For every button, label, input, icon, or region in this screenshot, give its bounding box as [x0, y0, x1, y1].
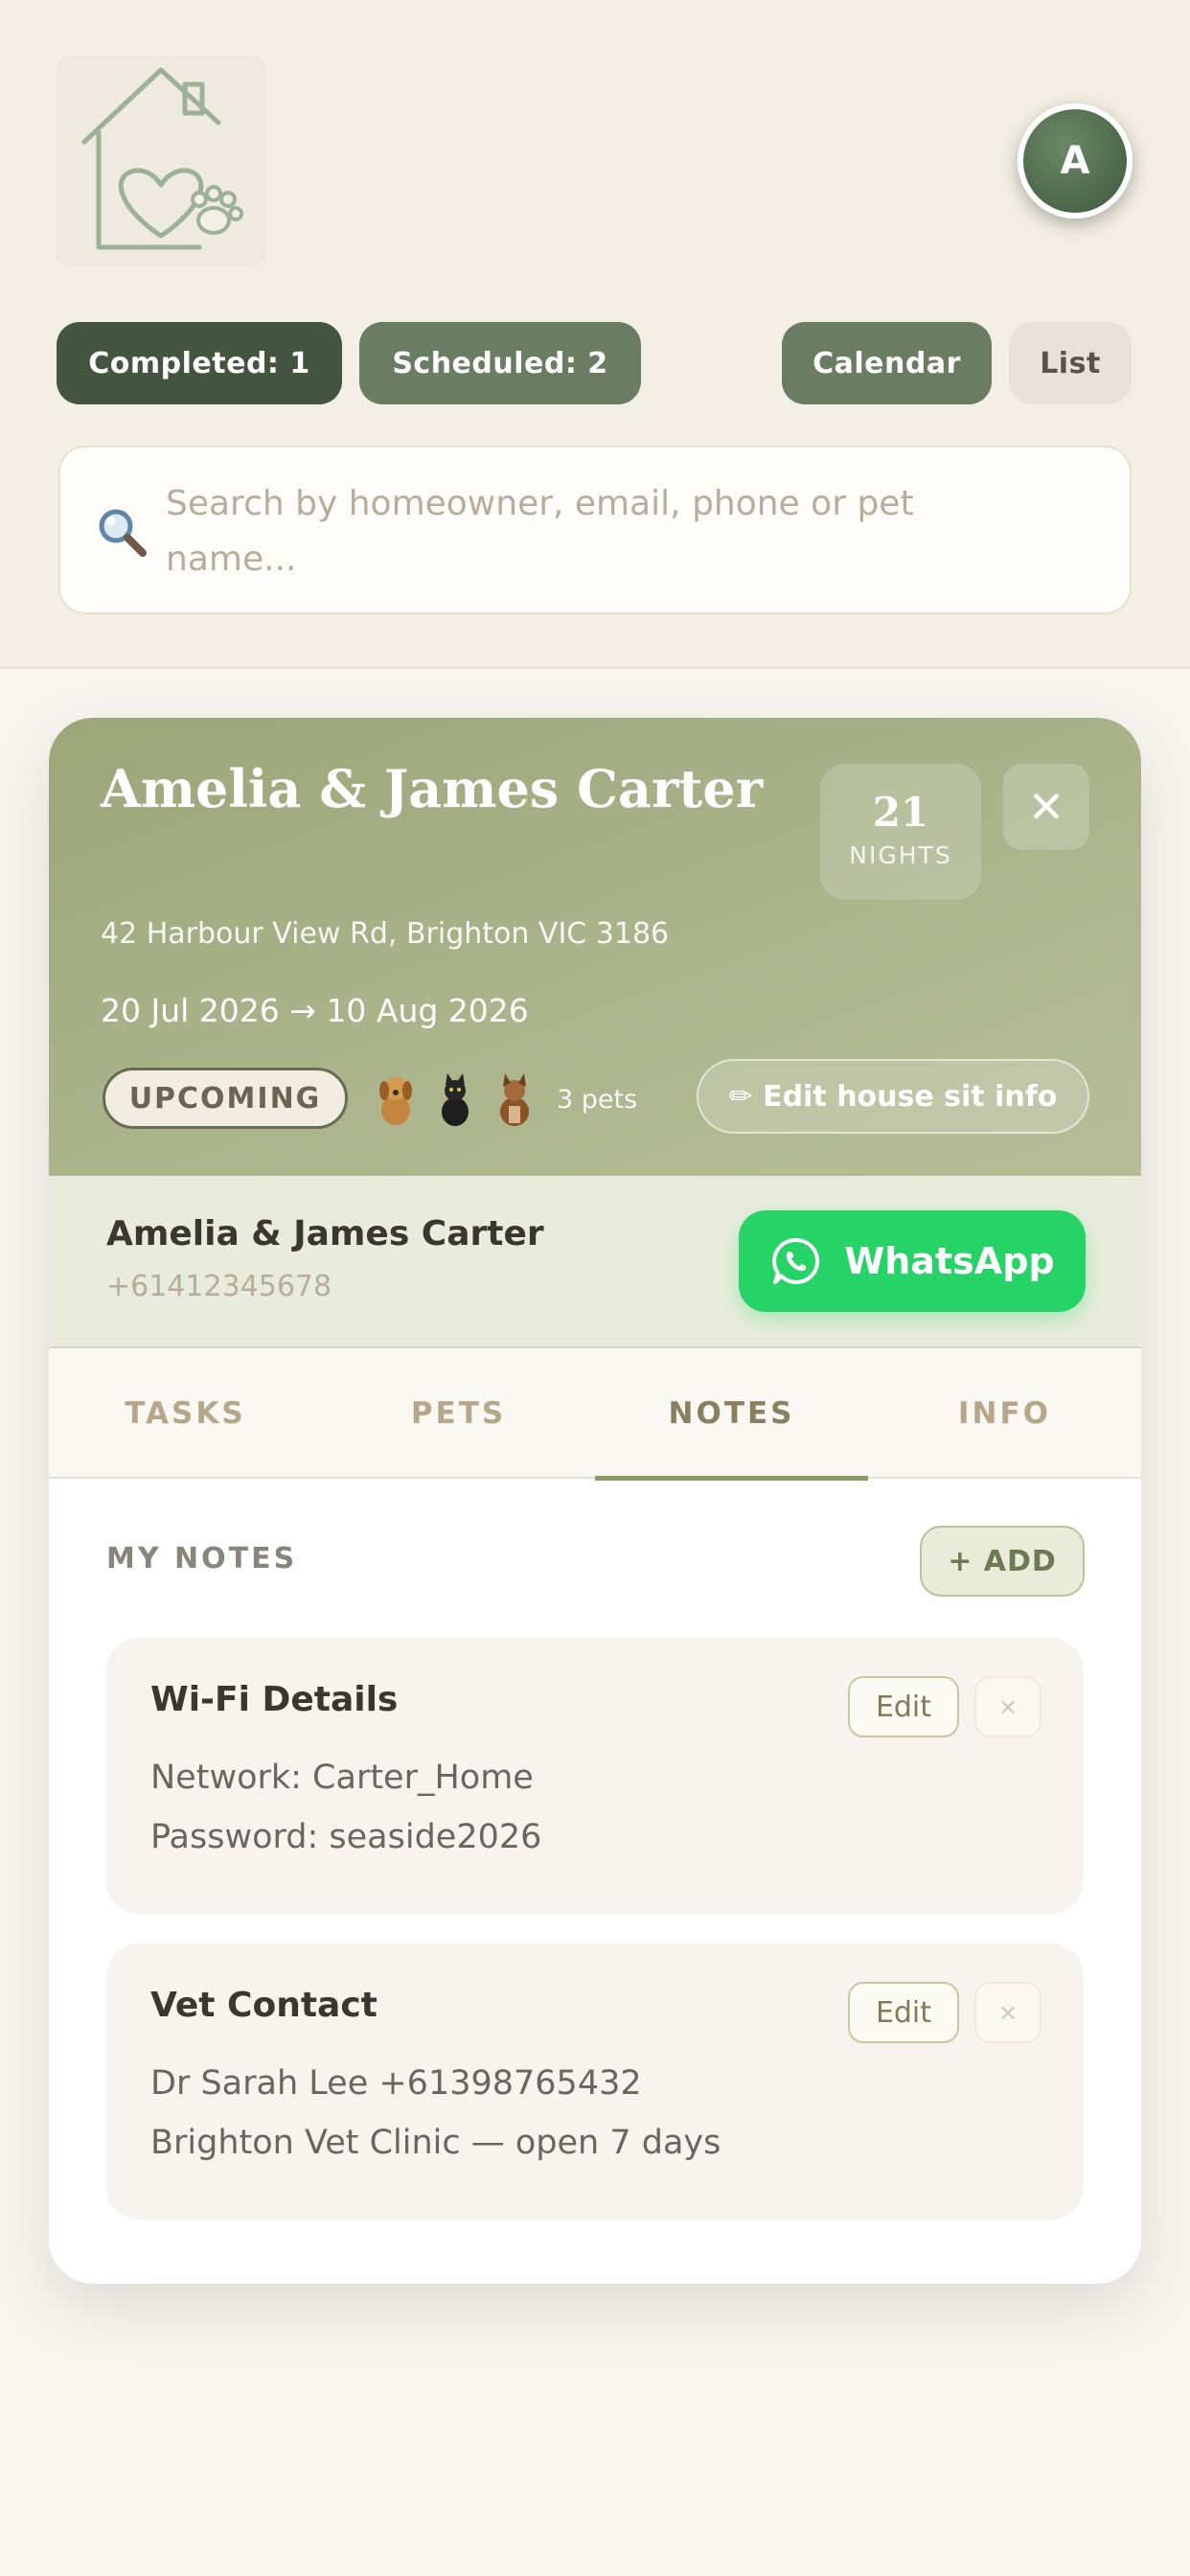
dog-icon — [500, 1073, 529, 1126]
cat-icon — [442, 1073, 469, 1126]
app-header: A Completed: 1 Scheduled: 2 Calendar Lis… — [0, 0, 1190, 669]
owner-phone: +61412345678 — [106, 1270, 332, 1303]
tab-notes[interactable]: NOTES — [595, 1348, 868, 1481]
pets-summary: 3 pets — [373, 1069, 637, 1130]
avatar-initial: A — [1060, 139, 1090, 183]
note-line: Network: Carter_Home — [150, 1759, 534, 1797]
tab-pets[interactable]: PETS — [322, 1348, 595, 1479]
tab-info[interactable]: INFO — [868, 1348, 1141, 1479]
delete-note-button[interactable]: × — [974, 1982, 1041, 2043]
note-title: Wi-Fi Details — [150, 1680, 399, 1719]
house-sit-card: Amelia & James Carter 21 NIGHTS ✕ 42 Har… — [49, 718, 1141, 2284]
dog-icon — [379, 1077, 412, 1125]
whatsapp-icon — [772, 1237, 820, 1284]
edit-note-button[interactable]: Edit — [848, 1676, 959, 1737]
delete-icon: × — [997, 1693, 1018, 1720]
date-range: 20 Jul 2026 → 10 Aug 2026 — [101, 992, 529, 1029]
scheduled-filter-button[interactable]: Scheduled: 2 — [359, 322, 641, 404]
close-icon: ✕ — [1027, 781, 1065, 833]
address: 42 Harbour View Rd, Brighton VIC 3186 — [101, 917, 670, 951]
detail-tabs: TASKS PETS NOTES INFO — [49, 1348, 1141, 1481]
note-title: Vet Contact — [150, 1986, 378, 2025]
status-badge: UPCOMING — [103, 1068, 348, 1129]
note-card: Wi-Fi Details Network: Carter_Home Passw… — [106, 1638, 1084, 1914]
house-heart-paw-logo — [56, 56, 266, 266]
notes-heading: MY NOTES — [106, 1542, 298, 1576]
search-placeholder: Search by homeowner, email, phone or pet… — [166, 484, 914, 579]
homeowner-title: Amelia & James Carter — [101, 758, 764, 819]
delete-note-button[interactable]: × — [974, 1676, 1041, 1737]
pets-count: 3 pets — [557, 1084, 638, 1115]
house-sit-hero: Amelia & James Carter 21 NIGHTS ✕ 42 Har… — [49, 718, 1141, 1176]
tab-tasks[interactable]: TASKS — [49, 1348, 322, 1479]
note-card: Vet Contact Dr Sarah Lee +61398765432 Br… — [106, 1944, 1084, 2220]
calendar-view-button[interactable]: Calendar — [782, 322, 992, 404]
user-avatar[interactable]: A — [1018, 104, 1133, 218]
search-icon — [99, 509, 147, 557]
completed-filter-button[interactable]: Completed: 1 — [57, 322, 342, 404]
add-note-button[interactable]: + ADD — [920, 1526, 1085, 1597]
edit-house-sit-button[interactable]: ✏ Edit house sit info — [697, 1059, 1089, 1134]
nights-label: NIGHTS — [849, 841, 952, 869]
search-input[interactable]: Search by homeowner, email, phone or pet… — [58, 446, 1132, 614]
nights-badge: 21 NIGHTS — [820, 764, 981, 900]
nights-value: 21 — [872, 789, 929, 836]
owner-name: Amelia & James Carter — [106, 1214, 544, 1254]
delete-icon: × — [997, 1999, 1018, 2026]
list-view-button[interactable]: List — [1009, 322, 1132, 404]
note-line: Brighton Vet Clinic — open 7 days — [150, 2124, 721, 2162]
whatsapp-label: WhatsApp — [844, 1240, 1055, 1282]
close-button[interactable]: ✕ — [1003, 764, 1089, 850]
note-line: Password: seaside2026 — [150, 1818, 542, 1856]
edit-note-button[interactable]: Edit — [848, 1982, 959, 2043]
whatsapp-button[interactable]: WhatsApp — [739, 1210, 1086, 1312]
note-line: Dr Sarah Lee +61398765432 — [150, 2064, 642, 2103]
owner-contact-bar: Amelia & James Carter +61412345678 Whats… — [49, 1176, 1141, 1348]
